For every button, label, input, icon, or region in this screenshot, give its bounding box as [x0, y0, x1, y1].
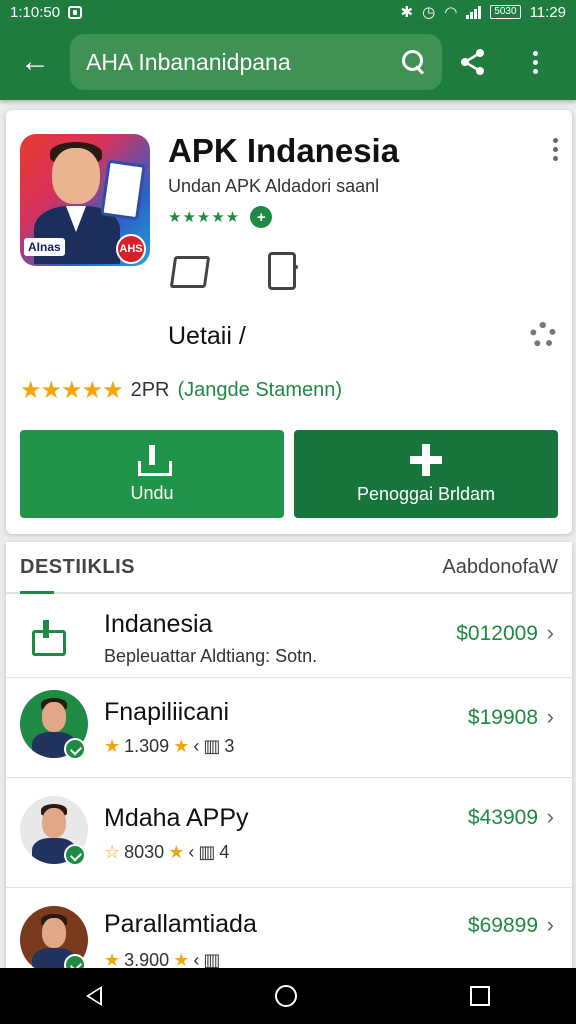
- list-item-price: $19908: [467, 706, 538, 729]
- gold-stars: ★★★★★: [20, 377, 124, 404]
- list-item-count: 4: [219, 842, 230, 862]
- device-icon[interactable]: [264, 250, 304, 290]
- list-item[interactable]: Mdaha APPy ☆ 8030 ★ ‹ ▥ 4 $43909 ›: [6, 778, 572, 888]
- list-item-name: Mdaha APPy: [104, 804, 249, 832]
- icon-badge: AHS: [116, 234, 146, 264]
- verified-icon: [64, 844, 86, 866]
- rating-count: 2PR: [130, 379, 170, 401]
- list-item-price: $012009: [456, 622, 538, 645]
- top-app-bar: ← AHA Inbananidpana: [0, 24, 576, 100]
- share-icon: [461, 49, 484, 75]
- related-apps-list: DESTIIKLIS AabdonofaW Indanesia Bepleuat…: [6, 542, 572, 972]
- meta-icons: [168, 250, 304, 290]
- list-item-price: $69899: [467, 914, 538, 937]
- star-icon: ☆: [104, 842, 121, 862]
- content-rating-icon[interactable]: [168, 250, 208, 286]
- notification-icon: [68, 5, 83, 19]
- system-nav-bar: [0, 968, 576, 1024]
- share-button[interactable]: [442, 24, 504, 100]
- nav-recents-icon[interactable]: [469, 986, 490, 1006]
- app-developer[interactable]: Undan APK Aldadori saanl: [168, 176, 379, 197]
- list-item-name: Indanesia: [104, 610, 213, 638]
- editor-rating: ★★★★★ +: [168, 206, 273, 228]
- status-time: 1:10:50: [10, 3, 61, 21]
- verified-icon: +: [250, 206, 273, 228]
- chevron-left-icon: ‹: [193, 736, 200, 756]
- list-item-rating: 1.309: [124, 736, 170, 756]
- search-icon[interactable]: [400, 48, 428, 76]
- chevron-right-icon: ›: [546, 804, 554, 829]
- plus-icon: [410, 443, 442, 476]
- list-item[interactable]: Fnapiliicani ★ 1.309 ★ ‹ ▥ 3 $19908 ›: [6, 678, 572, 778]
- chevron-right-icon: ›: [546, 704, 554, 729]
- download-button[interactable]: Undu: [20, 430, 284, 518]
- building-icon: ▥: [203, 736, 221, 756]
- list-item-count: 3: [224, 736, 235, 756]
- share-box-icon: [32, 620, 66, 656]
- add-button[interactable]: Penoggai Brldam: [294, 430, 558, 518]
- icon-label: AInas: [24, 238, 65, 256]
- list-item[interactable]: Indanesia Bepleuattar Aldtiang: Sotn. $0…: [6, 596, 572, 678]
- chevron-left-icon: ‹: [188, 842, 195, 862]
- star-icon: ★: [104, 736, 121, 756]
- detail-label[interactable]: Uetaii /: [168, 322, 246, 351]
- verified-icon: [64, 738, 86, 760]
- more-vert-icon: [553, 138, 558, 161]
- download-label: Undu: [130, 482, 174, 503]
- list-header: DESTIIKLIS AabdonofaW: [6, 542, 572, 594]
- rating-note[interactable]: (Jangde Stamenn): [177, 379, 342, 402]
- alarm-icon: ◷: [422, 4, 436, 21]
- green-stars: ★★★★★: [168, 209, 241, 226]
- status-clock: 11:29: [529, 3, 566, 21]
- arrow-left-icon: ←: [20, 45, 50, 78]
- list-item-name: Parallamtiada: [104, 910, 257, 938]
- rating-summary: ★★★★★ 2PR (Jangde Stamenn): [20, 376, 342, 405]
- chevron-right-icon: ›: [546, 912, 554, 937]
- list-item-rating: 8030: [124, 842, 165, 862]
- star-icon: ★: [173, 736, 190, 756]
- app-detail-card: AInas AHS APK Indanesia Undan APK Aldado…: [6, 110, 572, 534]
- back-button[interactable]: ←: [0, 24, 70, 100]
- tab-indicator: [20, 591, 54, 594]
- nav-home-icon[interactable]: [274, 985, 297, 1007]
- add-label: Penoggai Brldam: [356, 483, 496, 504]
- id-card-icon: [100, 159, 146, 221]
- gear-icon[interactable]: [530, 322, 556, 348]
- star-icon: ★: [168, 842, 185, 862]
- status-bar: 1:10:50 ✱ ◷ ◠ 5030 11:29: [0, 0, 576, 24]
- icon-face: [52, 148, 100, 204]
- more-vert-icon: [532, 50, 538, 74]
- bluetooth-icon: ✱: [400, 4, 414, 21]
- list-item-name: Fnapiliicani: [104, 698, 230, 726]
- list-item-price: $43909: [467, 806, 538, 829]
- wifi-icon: ◠: [444, 4, 458, 21]
- list-item-subtitle: Bepleuattar Aldtiang: Sotn.: [104, 646, 318, 666]
- download-icon: [136, 444, 172, 476]
- see-all-link[interactable]: AabdonofaW: [442, 556, 558, 579]
- nav-back-icon[interactable]: [86, 986, 103, 1006]
- search-box[interactable]: AHA Inbananidpana: [70, 34, 442, 90]
- app-title: APK Indanesia: [168, 132, 400, 169]
- search-query[interactable]: AHA Inbananidpana: [86, 49, 400, 76]
- signal-icon: [466, 5, 482, 19]
- card-overflow-button[interactable]: [553, 138, 558, 161]
- chevron-right-icon: ›: [546, 620, 554, 645]
- building-icon: ▥: [198, 842, 216, 862]
- overflow-menu-button[interactable]: [504, 24, 566, 100]
- battery-icon: 5030: [490, 5, 521, 19]
- tab-details[interactable]: DESTIIKLIS: [20, 556, 135, 579]
- list-item[interactable]: Parallamtiada ★ 3.900 ★ ‹ ▥ $69899 ›: [6, 888, 572, 972]
- app-icon[interactable]: AInas AHS: [20, 134, 150, 266]
